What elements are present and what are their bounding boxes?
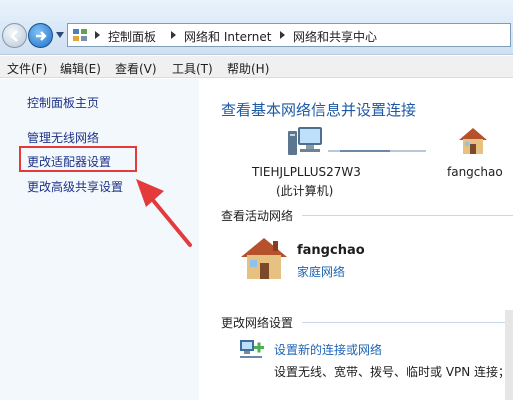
network-setup-icon xyxy=(240,340,264,358)
scrollbar[interactable] xyxy=(505,310,513,400)
forward-arrow-icon xyxy=(36,31,47,41)
breadcrumb-sharing-center[interactable]: 网络和共享中心 xyxy=(293,28,377,45)
back-arrow-icon xyxy=(10,30,18,42)
computer-name: TIEHJLPLLUS27W3 xyxy=(252,165,361,179)
breadcrumb-separator[interactable] xyxy=(171,31,176,39)
address-bar[interactable]: 控制面板 网络和 Internet 网络和共享中心 xyxy=(67,23,511,47)
highlight-box xyxy=(19,146,137,172)
breadcrumb-separator[interactable] xyxy=(95,31,100,39)
sidebar-item-home[interactable]: 控制面板主页 xyxy=(27,94,99,111)
house-icon xyxy=(241,238,287,279)
section-divider xyxy=(302,215,513,216)
menu-help[interactable]: 帮助(H) xyxy=(227,60,269,77)
network-node-name: fangchao xyxy=(447,165,503,179)
breadcrumb-separator[interactable] xyxy=(280,31,285,39)
sidebar-item-advanced-sharing[interactable]: 更改高级共享设置 xyxy=(27,178,123,195)
menu-edit[interactable]: 编辑(E) xyxy=(60,60,101,77)
menu-view[interactable]: 查看(V) xyxy=(115,60,157,77)
computer-sub-label: (此计算机) xyxy=(276,184,334,198)
change-settings-heading: 更改网络设置 xyxy=(221,316,294,330)
menu-file[interactable]: 文件(F) xyxy=(7,60,47,77)
active-networks-heading: 查看活动网络 xyxy=(221,209,294,223)
menu-tools[interactable]: 工具(T) xyxy=(172,60,213,77)
setup-connection-description: 设置无线、宽带、拨号、临时或 VPN 连接； xyxy=(274,365,511,379)
red-arrow-icon xyxy=(136,179,192,247)
page-title: 查看基本网络信息并设置连接 xyxy=(221,101,417,119)
sidebar-item-wireless[interactable]: 管理无线网络 xyxy=(27,129,99,146)
computer-icon xyxy=(288,127,322,155)
breadcrumb-control-panel[interactable]: 控制面板 xyxy=(108,28,156,45)
active-network-name: fangchao xyxy=(297,243,365,258)
house-icon xyxy=(459,128,487,154)
setup-connection-link[interactable]: 设置新的连接或网络 xyxy=(274,341,382,358)
address-toolbar: 控制面板 网络和 Internet 网络和共享中心 xyxy=(0,0,513,55)
history-dropdown-icon[interactable] xyxy=(56,32,64,38)
control-panel-icon xyxy=(73,29,87,41)
section-divider xyxy=(302,322,513,323)
forward-button[interactable] xyxy=(28,23,53,48)
breadcrumb-network-internet[interactable]: 网络和 Internet xyxy=(184,28,271,45)
menu-bar: 文件(F) 编辑(E) 查看(V) 工具(T) 帮助(H) xyxy=(0,56,513,78)
network-connection-segment xyxy=(340,150,390,152)
network-type-link[interactable]: 家庭网络 xyxy=(297,263,345,280)
back-button[interactable] xyxy=(2,23,27,48)
